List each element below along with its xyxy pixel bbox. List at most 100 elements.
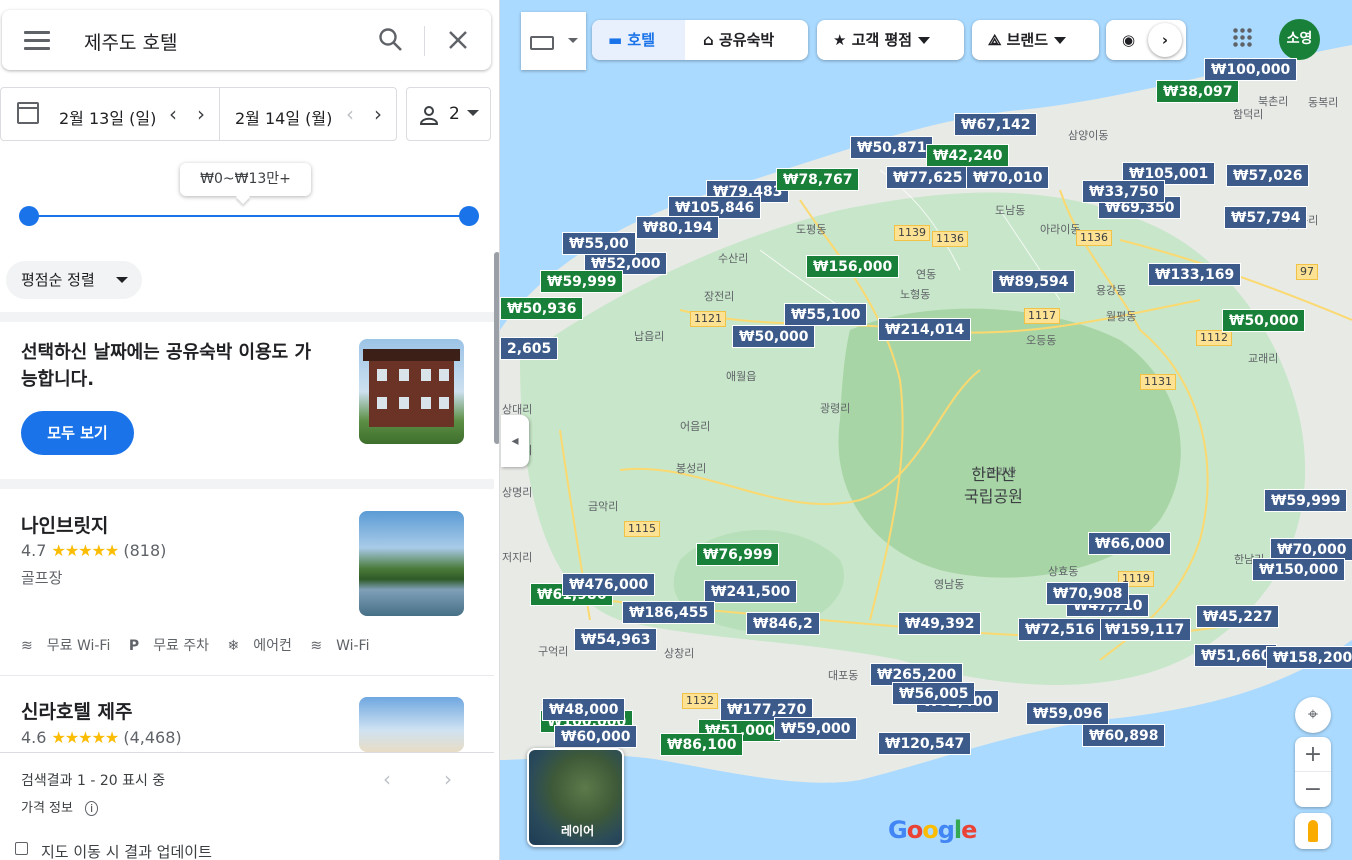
price-marker[interactable]: 2,605 bbox=[500, 337, 559, 360]
apps-icon[interactable] bbox=[1232, 27, 1254, 49]
price-marker[interactable]: ₩57,026 bbox=[1226, 164, 1310, 187]
checkout-prev-button[interactable]: ‹ bbox=[346, 102, 354, 126]
see-all-button[interactable]: 모두 보기 bbox=[21, 411, 134, 455]
price-marker[interactable]: ₩60,000 bbox=[554, 725, 638, 748]
map-canvas[interactable]: ▬ 호텔 ⌂ 공유숙박 ★ 고객 평점 ⟁ 브랜드 ◉ › 소영 삼양이동 북촌리… bbox=[500, 0, 1352, 860]
avatar[interactable]: 소영 bbox=[1279, 19, 1320, 60]
price-marker[interactable]: ₩50,936 bbox=[500, 297, 584, 320]
price-marker[interactable]: ₩846,2 bbox=[746, 612, 820, 635]
dropdown-icon bbox=[1054, 37, 1067, 44]
price-marker[interactable]: ₩158,200 bbox=[1266, 646, 1352, 669]
price-marker[interactable]: ₩50,000 bbox=[732, 325, 816, 348]
price-marker[interactable]: ₩66,000 bbox=[1088, 532, 1172, 555]
location-filter-chip[interactable]: ◉ › bbox=[1106, 20, 1186, 60]
result-type: 골프장 bbox=[21, 569, 63, 587]
price-marker[interactable]: ₩133,169 bbox=[1148, 263, 1242, 286]
price-slider-max-handle[interactable] bbox=[459, 206, 479, 226]
tab-hotel[interactable]: ▬ 호텔 bbox=[592, 20, 685, 60]
price-marker[interactable]: ₩76,999 bbox=[696, 543, 780, 566]
price-range-tooltip: ₩0~₩13만+ bbox=[180, 163, 311, 196]
result-name[interactable]: 신라호텔 제주 bbox=[21, 697, 133, 724]
price-marker[interactable]: ₩57,794 bbox=[1224, 206, 1308, 229]
layers-button[interactable]: 레이어 bbox=[527, 748, 624, 847]
close-icon[interactable] bbox=[448, 30, 468, 50]
price-marker[interactable]: ₩120,547 bbox=[878, 732, 972, 755]
price-marker[interactable]: ₩42,240 bbox=[926, 144, 1010, 167]
calendar-icon[interactable] bbox=[17, 102, 39, 124]
price-info-link[interactable]: 가격 정보 i bbox=[21, 797, 99, 816]
rating-filter-chip[interactable]: ★ 고객 평점 bbox=[817, 20, 964, 60]
menu-icon[interactable] bbox=[24, 31, 50, 51]
place-label: 상효동 bbox=[1048, 565, 1079, 578]
price-marker[interactable]: ₩100,000 bbox=[1204, 58, 1298, 81]
price-marker[interactable]: ₩77,625 bbox=[886, 166, 970, 189]
price-marker[interactable]: ₩33,750 bbox=[1082, 180, 1166, 203]
price-marker[interactable]: ₩70,010 bbox=[966, 166, 1050, 189]
guests-selector[interactable]: 2 bbox=[406, 87, 491, 141]
sort-button[interactable]: 평점순 정렬 bbox=[6, 261, 142, 299]
zoom-in-button[interactable]: + bbox=[1295, 737, 1331, 772]
checkin-prev-button[interactable]: ‹ bbox=[169, 102, 177, 126]
price-marker[interactable]: ₩51,660 bbox=[1194, 644, 1278, 667]
result-rating: 4.6 ★★★★★ (4,468) bbox=[21, 728, 182, 747]
price-slider-track[interactable] bbox=[28, 215, 469, 217]
collapse-panel-button[interactable]: ◂ bbox=[501, 415, 529, 467]
price-marker[interactable]: ₩159,117 bbox=[1098, 618, 1192, 641]
snowflake-icon: ❄ bbox=[227, 638, 240, 654]
price-marker[interactable]: ₩78,767 bbox=[776, 168, 860, 191]
checkin-next-button[interactable]: › bbox=[197, 102, 205, 126]
tab-vacation-rental[interactable]: ⌂ 공유숙박 bbox=[685, 20, 808, 60]
price-marker[interactable]: ₩70,908 bbox=[1046, 582, 1130, 605]
result-image[interactable] bbox=[359, 697, 464, 752]
checkout-date[interactable]: 2월 14일 (월) bbox=[235, 105, 332, 129]
scrollbar[interactable] bbox=[494, 252, 499, 444]
price-marker[interactable]: ₩48,000 bbox=[542, 698, 626, 721]
price-marker[interactable]: ₩45,227 bbox=[1196, 605, 1280, 628]
price-marker[interactable]: ₩59,000 bbox=[774, 717, 858, 740]
price-marker[interactable]: ₩38,097 bbox=[1156, 80, 1240, 103]
price-marker[interactable]: ₩50,871 bbox=[850, 136, 934, 159]
price-marker[interactable]: ₩214,014 bbox=[878, 318, 972, 341]
price-slider-min-handle[interactable] bbox=[19, 206, 39, 226]
price-marker[interactable]: ₩476,000 bbox=[562, 573, 656, 596]
result-name[interactable]: 나인브릿지 bbox=[21, 511, 108, 538]
chevron-right-icon[interactable]: › bbox=[1148, 23, 1182, 57]
price-marker[interactable]: ₩80,194 bbox=[636, 216, 720, 239]
update-on-move-checkbox[interactable] bbox=[15, 842, 28, 855]
vacation-rental-image[interactable] bbox=[359, 339, 464, 444]
price-marker[interactable]: ₩59,999 bbox=[1264, 489, 1348, 512]
price-marker[interactable]: ₩156,000 bbox=[806, 255, 900, 278]
price-marker[interactable]: ₩50,000 bbox=[1222, 309, 1306, 332]
zoom-out-button[interactable]: − bbox=[1295, 772, 1331, 807]
pegman-button[interactable] bbox=[1295, 813, 1331, 849]
prev-page-button[interactable]: ‹ bbox=[383, 767, 391, 791]
search-icon[interactable] bbox=[378, 27, 404, 53]
section-divider bbox=[0, 479, 494, 489]
search-input[interactable]: 제주도 호텔 bbox=[84, 28, 177, 55]
my-location-button[interactable]: ⌖ bbox=[1295, 697, 1331, 733]
result-image[interactable] bbox=[359, 511, 464, 616]
keyboard-toggle[interactable] bbox=[521, 12, 586, 70]
price-marker[interactable]: ₩54,963 bbox=[574, 628, 658, 651]
price-marker[interactable]: ₩89,594 bbox=[992, 270, 1076, 293]
price-marker[interactable]: ₩56,005 bbox=[892, 682, 976, 705]
brand-filter-chip[interactable]: ⟁ 브랜드 bbox=[972, 20, 1099, 60]
place-label: 용강동 bbox=[1096, 284, 1127, 297]
price-marker[interactable]: ₩241,500 bbox=[704, 580, 798, 603]
checkout-next-button[interactable]: › bbox=[374, 102, 382, 126]
price-marker[interactable]: ₩49,392 bbox=[898, 612, 982, 635]
price-marker[interactable]: ₩86,100 bbox=[660, 733, 744, 756]
price-marker[interactable]: ₩186,455 bbox=[622, 601, 716, 624]
price-marker[interactable]: ₩59,096 bbox=[1026, 702, 1110, 725]
next-page-button[interactable]: › bbox=[444, 767, 452, 791]
date-picker: 2월 13일 (일) ‹ › 2월 14일 (월) ‹ › bbox=[0, 87, 397, 141]
price-marker[interactable]: ₩60,898 bbox=[1082, 724, 1166, 747]
checkin-date[interactable]: 2월 13일 (일) bbox=[59, 105, 156, 129]
price-marker[interactable]: ₩55,00 bbox=[562, 232, 636, 255]
place-label: 동복리 bbox=[1308, 96, 1339, 109]
price-marker[interactable]: ₩150,000 bbox=[1252, 558, 1346, 581]
price-marker[interactable]: ₩72,516 bbox=[1018, 618, 1102, 641]
price-marker[interactable]: ₩55,100 bbox=[784, 303, 868, 326]
price-marker[interactable]: ₩67,142 bbox=[954, 113, 1038, 136]
price-marker[interactable]: ₩59,999 bbox=[540, 270, 624, 293]
